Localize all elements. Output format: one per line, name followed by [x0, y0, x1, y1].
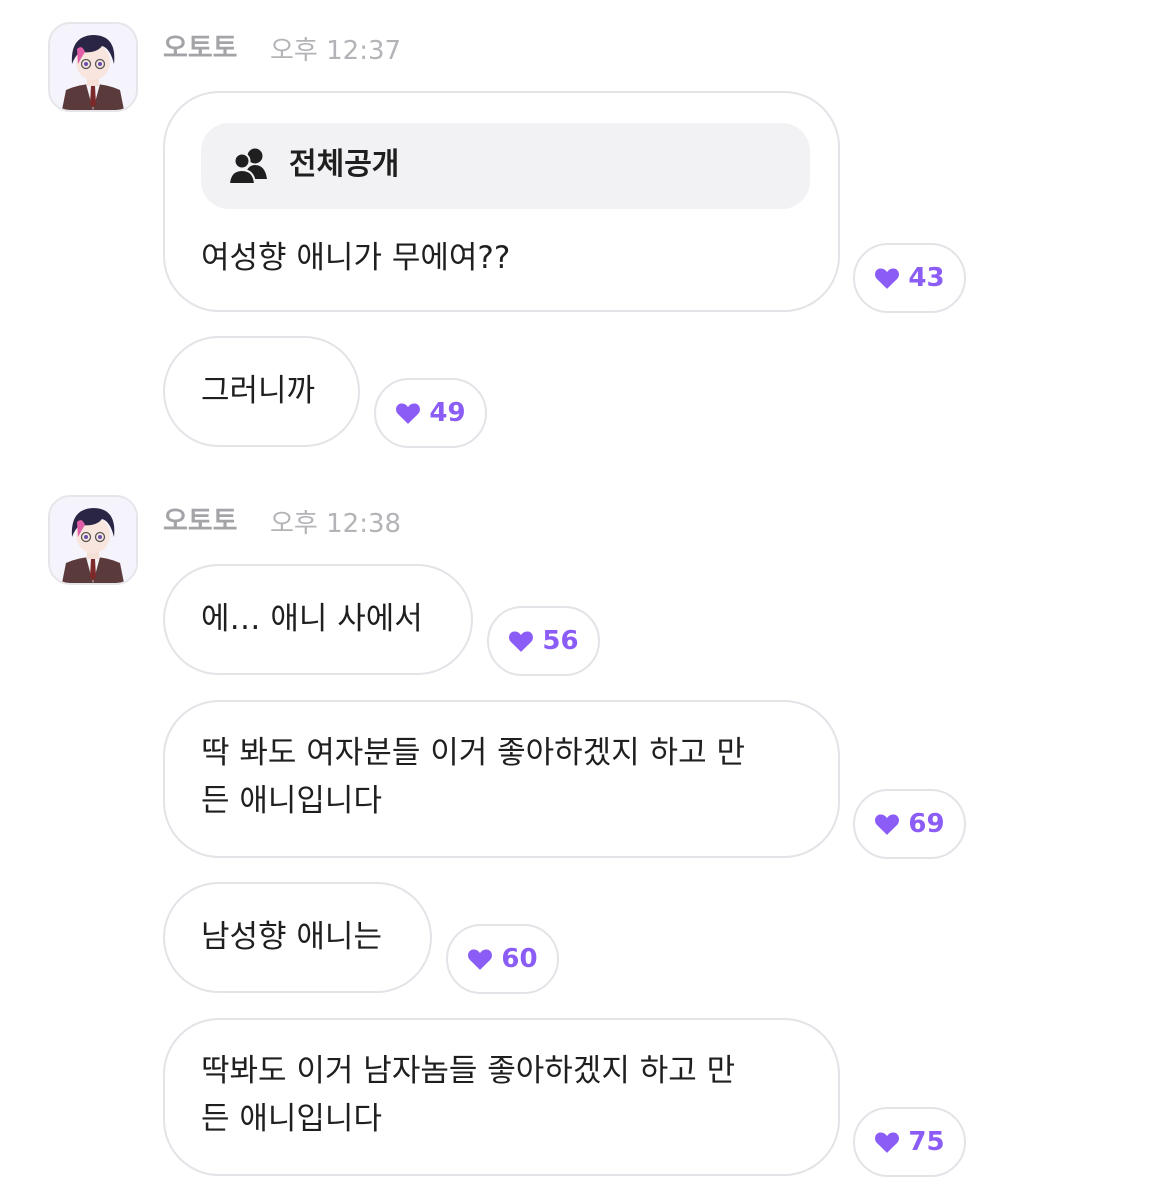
message-line: 에… 애니 사에서 [201, 601, 423, 637]
message-time: 오후 12:37 [270, 36, 402, 66]
heart-icon [396, 403, 421, 424]
like-count: 69 [908, 809, 945, 839]
like-button[interactable]: 43 [853, 243, 966, 313]
like-count: 75 [908, 1127, 945, 1157]
message-line: 그러니까 [201, 373, 316, 409]
heart-icon [875, 814, 900, 835]
message-text: 딱봐도 이거 남자놈들 좋아하겠지 하고 만 든 애니입니다 [201, 1047, 808, 1143]
message-line: 남성향 애니는 [201, 919, 382, 955]
like-count: 56 [542, 626, 579, 656]
message-text: 그러니까 [201, 367, 328, 415]
heart-icon [875, 1132, 900, 1153]
heart-icon [468, 949, 493, 970]
message-text: 딱 봐도 여자분들 이거 좋아하겠지 하고 만 든 애니입니다 [201, 729, 808, 825]
visibility-notice: 전체공개 [201, 123, 810, 209]
like-count: 49 [429, 398, 466, 428]
message-bubble[interactable]: 그러니까 [163, 336, 360, 447]
message-bubble[interactable]: 전체공개 여성향 애니가 무에여?? [163, 91, 840, 312]
message-line: 딱 봐도 여자분들 이거 좋아하겠지 하고 만 [201, 735, 745, 771]
like-button[interactable]: 56 [487, 606, 600, 676]
avatar-image [50, 497, 136, 583]
message-line: 여성향 애니가 무에여?? [201, 240, 511, 276]
avatar[interactable] [48, 22, 138, 112]
like-count: 43 [908, 263, 945, 293]
message-line: 든 애니입니다 [201, 783, 382, 819]
message-bubble[interactable]: 딱봐도 이거 남자놈들 좋아하겠지 하고 만 든 애니입니다 [163, 1018, 840, 1176]
like-button[interactable]: 49 [374, 378, 487, 448]
message-text: 여성향 애니가 무에여?? [201, 234, 808, 282]
avatar-image [50, 24, 136, 110]
people-icon [227, 145, 271, 199]
heart-icon [875, 268, 900, 289]
message-text: 남성향 애니는 [201, 913, 400, 961]
like-button[interactable]: 60 [446, 924, 559, 994]
message-bubble[interactable]: 남성향 애니는 [163, 882, 432, 993]
like-button[interactable]: 69 [853, 789, 966, 859]
message-time: 오후 12:38 [270, 509, 402, 539]
sender-name: 오토토 [163, 506, 238, 537]
message-bubble[interactable]: 딱 봐도 여자분들 이거 좋아하겠지 하고 만 든 애니입니다 [163, 700, 840, 858]
avatar[interactable] [48, 495, 138, 585]
like-count: 60 [501, 944, 538, 974]
message-bubble[interactable]: 에… 애니 사에서 [163, 564, 473, 675]
message-text: 에… 애니 사에서 [201, 595, 441, 643]
sender-name: 오토토 [163, 33, 238, 64]
heart-icon [509, 631, 534, 652]
notice-label: 전체공개 [289, 147, 400, 182]
like-button[interactable]: 75 [853, 1107, 966, 1177]
message-line: 딱봐도 이거 남자놈들 좋아하겠지 하고 만 [201, 1053, 736, 1089]
message-line: 든 애니입니다 [201, 1101, 382, 1137]
